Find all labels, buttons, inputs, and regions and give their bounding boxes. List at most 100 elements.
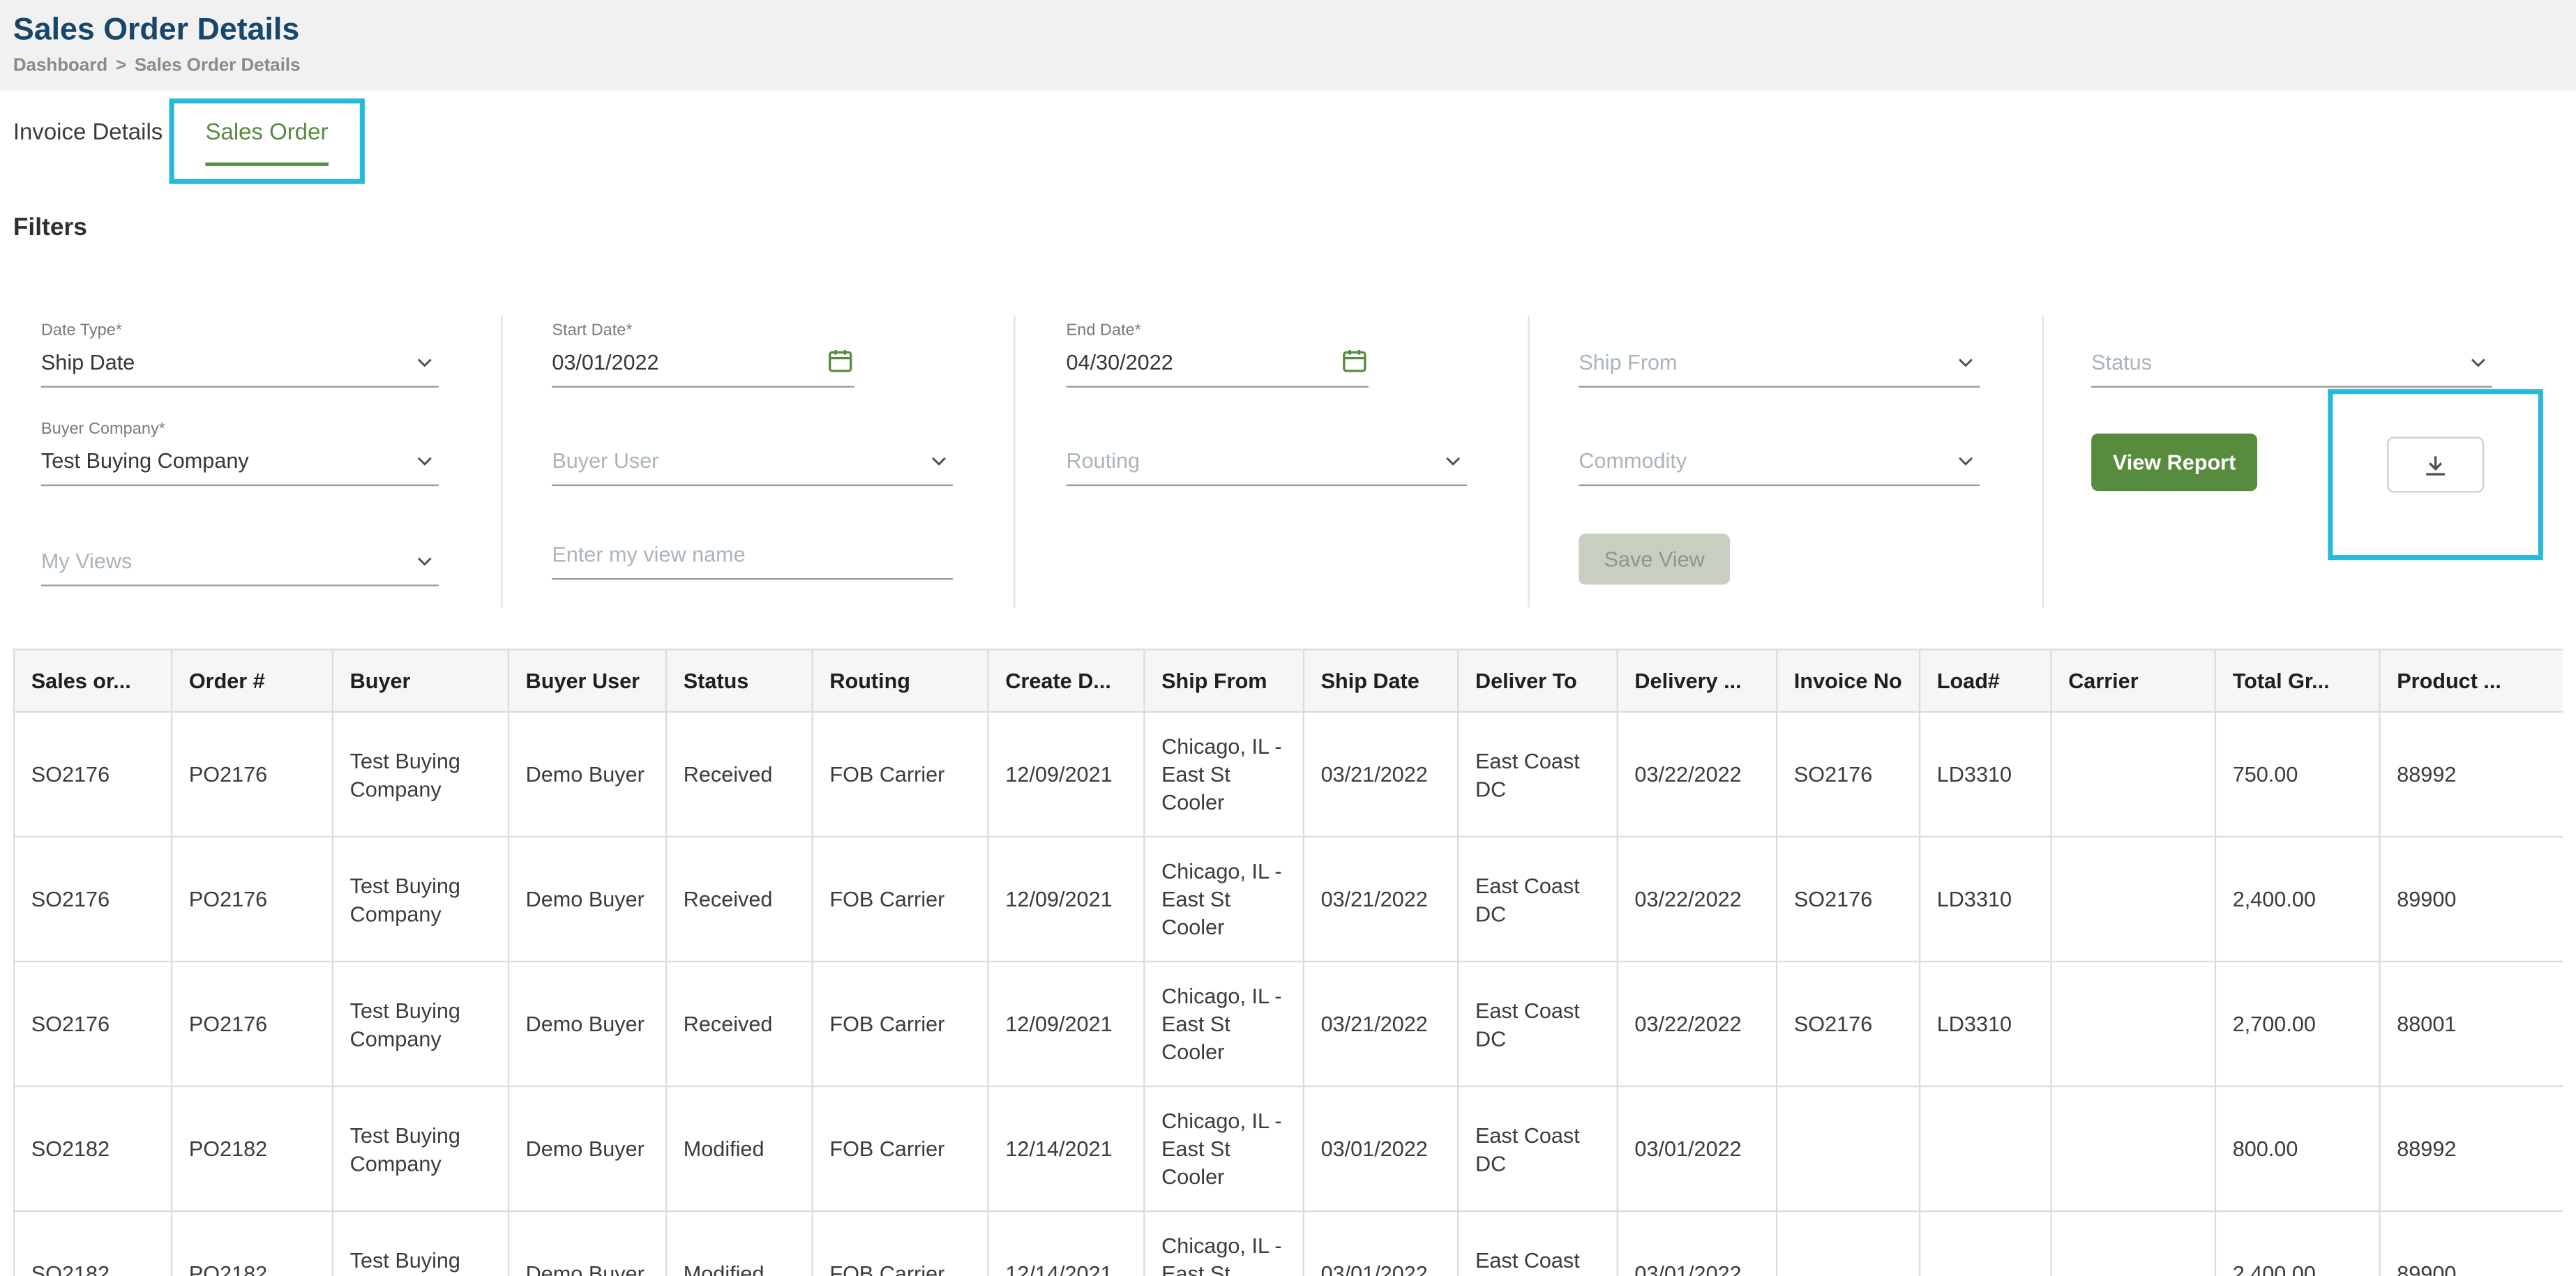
column-header-status: Status [665, 648, 813, 713]
table-cell [1918, 1085, 2052, 1213]
table-cell: 89900 [2379, 835, 2563, 963]
orders-table: Sales or... Order # Buyer Buyer User Status R… [13, 648, 2563, 1276]
table-cell: PO2182 [170, 1085, 334, 1213]
table-cell: PO2176 [170, 711, 334, 838]
column-header-sales-or: Sales or... [13, 648, 173, 713]
table-cell: Chicago, IL - East St Cooler [1143, 1210, 1305, 1276]
chevron-down-icon [2468, 351, 2490, 373]
table-row: SO2182PO2182Test Buying CompanyDemo Buye… [13, 1085, 2563, 1213]
chevron-down-icon [1955, 450, 1977, 471]
table-cell: 2,400.00 [2214, 835, 2381, 963]
view-name-input[interactable] [552, 542, 954, 567]
table-row: SO2182PO2182Test Buying CompanyDemo Buye… [13, 1210, 2563, 1276]
table-cell: Modified [665, 1210, 813, 1276]
start-date-label: Start Date* [552, 321, 633, 340]
filter-divider [1014, 315, 1016, 608]
table-cell [2050, 1210, 2217, 1276]
view-report-button[interactable]: View Report [2091, 433, 2258, 492]
table-cell: PO2176 [170, 835, 334, 963]
table-cell: 03/01/2022 [1302, 1210, 1459, 1276]
calendar-icon[interactable] [827, 347, 854, 374]
column-header-delivery: Delivery ... [1616, 648, 1778, 713]
end-date-field[interactable]: End Date* 04/30/2022 [1066, 322, 1369, 388]
table-cell: PO2182 [170, 1210, 334, 1276]
column-header-product: Product ... [2379, 648, 2563, 713]
table-cell: 12/09/2021 [987, 835, 1145, 963]
save-view-button[interactable]: Save View [1579, 533, 1731, 585]
table-cell: SO2176 [13, 960, 173, 1088]
table-cell: Received [665, 711, 813, 838]
table-cell: 88992 [2379, 711, 2563, 838]
table-cell: PO2176 [170, 960, 334, 1088]
table-cell: SO2176 [1775, 711, 1921, 838]
ship-from-select[interactable]: Ship From [1579, 343, 1980, 388]
table-cell [2050, 960, 2217, 1088]
table-cell: SO2176 [13, 711, 173, 838]
chevron-down-icon [414, 351, 436, 373]
table-cell: 03/21/2022 [1302, 711, 1459, 838]
table-cell [1918, 1210, 2052, 1276]
table-cell: Received [665, 835, 813, 963]
column-header-create-d: Create D... [987, 648, 1145, 713]
calendar-icon[interactable] [1341, 347, 1369, 374]
start-date-field[interactable]: Start Date* 03/01/2022 [552, 322, 854, 388]
table-cell: LD3310 [1918, 711, 2052, 838]
table-cell: Test Buying Company [331, 1085, 510, 1213]
column-header-deliver-to: Deliver To [1457, 648, 1618, 713]
table-cell [2050, 835, 2217, 963]
table-cell: 03/22/2022 [1616, 711, 1778, 838]
column-header-buyer: Buyer [331, 648, 510, 713]
filter-divider [1528, 315, 1530, 608]
table-cell: Chicago, IL - East St Cooler [1143, 711, 1305, 838]
table-row: SO2176 PO2176 Test Buying Company Demo Buye… [13, 711, 2563, 838]
view-name-input-wrap [552, 536, 954, 580]
ship-from-placeholder: Ship From [1579, 349, 1678, 374]
table-cell: 03/22/2022 [1616, 835, 1778, 963]
table-cell: SO2176 [1775, 960, 1921, 1088]
date-type-select[interactable]: Date Type* Ship Date [40, 322, 439, 388]
chevron-down-icon [1955, 351, 1977, 373]
filter-divider [501, 315, 503, 608]
table-cell: LD3310 [1918, 960, 2052, 1088]
table-body: SO2176 PO2176 Test Buying Company Demo Buye… [13, 711, 2563, 1276]
table-cell: 03/21/2022 [1302, 835, 1459, 963]
table-row: SO2176 PO2176 Test Buying Company Demo Buye… [13, 960, 2563, 1088]
table-cell: Demo Buyer [507, 960, 668, 1088]
table-cell: LD3310 [1918, 835, 2052, 963]
table-cell: SO2182 [13, 1085, 173, 1213]
table-cell: Chicago, IL - East St Cooler [1143, 835, 1305, 963]
commodity-select[interactable]: Commodity [1579, 442, 1980, 487]
filter-divider [2042, 315, 2044, 608]
table-cell: 800.00 [2214, 1085, 2381, 1213]
table-cell: SO2182 [13, 1210, 173, 1276]
table-cell: FOB Carrier [811, 960, 989, 1088]
table-cell: 2,400.00 [2214, 1210, 2381, 1276]
table-cell: Chicago, IL - East St Cooler [1143, 960, 1305, 1088]
table-cell [2050, 711, 2217, 838]
table-cell: Received [665, 960, 813, 1088]
table-cell: 2,700.00 [2214, 960, 2381, 1088]
download-button[interactable] [2387, 436, 2485, 493]
chevron-down-icon [414, 550, 436, 572]
table-cell [2050, 1085, 2217, 1213]
table-cell [1775, 1210, 1921, 1276]
buyer-company-label: Buyer Company* [40, 420, 165, 439]
table-cell: Demo Buyer [507, 1210, 668, 1276]
buyer-company-select[interactable]: Buyer Company* Test Buying Company [40, 420, 439, 487]
table-cell: 12/14/2021 [987, 1210, 1145, 1276]
buyer-user-select[interactable]: Buyer User [552, 442, 954, 487]
chevron-down-icon [414, 450, 436, 471]
orders-table-container: Sales or... Order # Buyer Buyer User Status R… [13, 648, 2563, 1276]
table-cell: Test Buying Company [331, 711, 510, 838]
table-cell: East Coast DC [1457, 960, 1618, 1088]
table-cell: Demo Buyer [507, 835, 668, 963]
routing-select[interactable]: Routing [1066, 442, 1468, 487]
table-cell: Test Buying Company [331, 835, 510, 963]
table-cell: East Coast DC [1457, 835, 1618, 963]
status-select[interactable]: Status [2091, 343, 2492, 388]
viewport: Sales Order Details Dashboard > Sales Orde… [0, 0, 2576, 1276]
my-views-select[interactable]: My Views [40, 542, 439, 586]
column-header-load#: Load# [1918, 648, 2052, 713]
table-cell: East Coast DC [1457, 1210, 1618, 1276]
table-cell: 88992 [2379, 1085, 2563, 1213]
